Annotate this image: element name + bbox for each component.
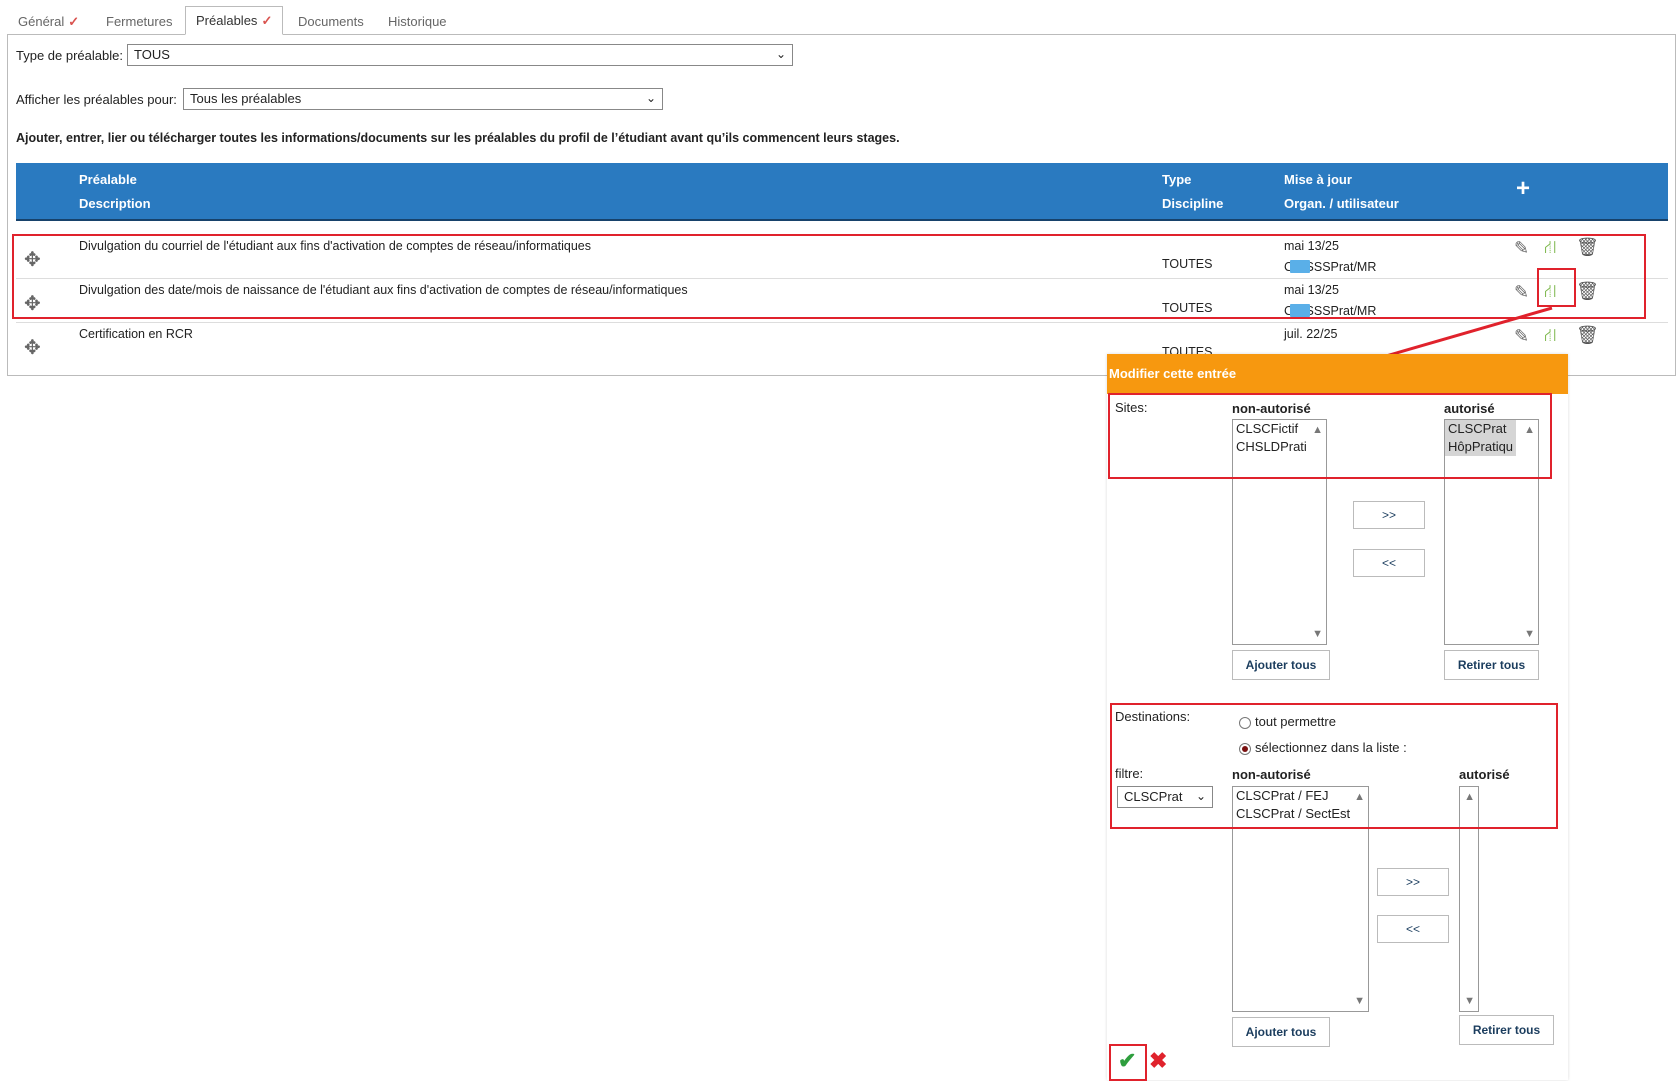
header-description: Description <box>79 196 151 211</box>
dest-move-right-button[interactable]: >> <box>1377 868 1449 896</box>
sites-remove-all-button[interactable]: Retirer tous <box>1444 650 1539 680</box>
sites-move-right-button[interactable]: >> <box>1353 501 1425 529</box>
tab-general[interactable]: Général ✓ <box>8 8 89 35</box>
dest-remove-all-button[interactable]: Retirer tous <box>1459 1015 1554 1045</box>
tab-label: Historique <box>388 14 447 29</box>
header-type: Type <box>1162 172 1192 187</box>
tab-label: Documents <box>298 14 364 29</box>
show-value: Tous les préalables <box>190 91 302 106</box>
header-discipline: Discipline <box>1162 196 1224 211</box>
close-icon[interactable]: ✖ <box>1149 1048 1167 1074</box>
type-select[interactable]: TOUS ⌄ <box>127 44 793 66</box>
sites-move-left-button[interactable]: << <box>1353 549 1425 577</box>
dest-add-all-button[interactable]: Ajouter tous <box>1232 1017 1330 1047</box>
chevron-down-icon: ⌄ <box>645 91 656 105</box>
type-value: TOUS <box>134 47 170 62</box>
show-label: Afficher les préalables pour: <box>16 92 177 107</box>
tab-fermetures[interactable]: Fermetures <box>96 8 182 35</box>
tab-label: Général <box>18 14 65 29</box>
show-select[interactable]: Tous les préalables ⌄ <box>183 88 663 110</box>
tab-documents[interactable]: Documents <box>288 8 374 35</box>
highlight-box <box>1109 1044 1147 1081</box>
tab-prealables[interactable]: Préalables ✓ <box>185 6 284 35</box>
dialog-title: Modifier cette entrée <box>1107 354 1568 394</box>
scroll-down-icon[interactable]: ▼ <box>1312 628 1323 640</box>
scroll-down-icon[interactable]: ▼ <box>1354 995 1365 1007</box>
header-org: Organ. / utilisateur <box>1284 196 1399 211</box>
dest-move-left-button[interactable]: << <box>1377 915 1449 943</box>
table-header: Préalable Description Type Discipline Mi… <box>16 163 1668 221</box>
check-icon: ✓ <box>68 14 80 29</box>
chevron-down-icon: ⌄ <box>775 47 786 61</box>
header-update: Mise à jour <box>1284 172 1352 187</box>
tab-label: Préalables <box>196 13 258 28</box>
intro-text: Ajouter, entrer, lier ou télécharger tou… <box>16 131 900 145</box>
tab-label: Fermetures <box>106 14 173 29</box>
check-icon: ✓ <box>261 13 273 28</box>
type-label: Type de préalable: <box>16 48 123 63</box>
highlight-box <box>1110 703 1558 829</box>
scroll-down-icon[interactable]: ▼ <box>1524 628 1535 640</box>
tab-historique[interactable]: Historique <box>378 8 457 35</box>
add-button[interactable]: + <box>1516 175 1530 203</box>
header-prealable: Préalable <box>79 172 137 187</box>
trash-icon[interactable]: 🗑 <box>1576 325 1599 346</box>
move-icon[interactable]: ✥ <box>24 335 41 360</box>
highlight-box <box>1108 393 1552 479</box>
sites-add-all-button[interactable]: Ajouter tous <box>1232 650 1330 680</box>
row-title: Certification en RCR <box>79 327 193 341</box>
scroll-down-icon[interactable]: ▼ <box>1464 995 1475 1007</box>
